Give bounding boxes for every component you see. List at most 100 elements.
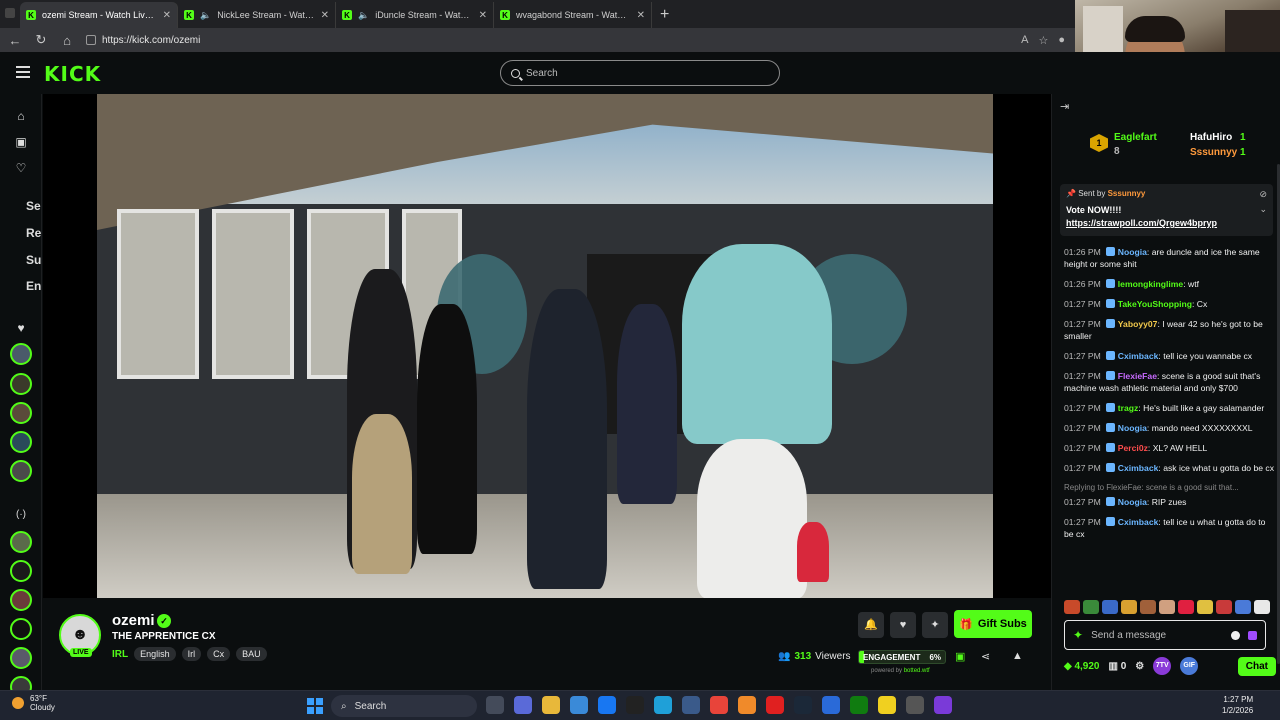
vlc-icon[interactable] bbox=[738, 696, 756, 714]
pinned-link[interactable]: https://strawpoll.com/Qrgew4bpryp bbox=[1066, 218, 1267, 228]
sidebar-label-2[interactable]: Re bbox=[26, 226, 41, 240]
sidebar-label-4[interactable]: En bbox=[26, 279, 41, 293]
read-aloud-icon[interactable]: A bbox=[1021, 34, 1028, 47]
chat-input-box[interactable]: ✦ bbox=[1064, 620, 1266, 650]
sidebar-label-1[interactable]: Se bbox=[26, 199, 41, 213]
recommended-channel-avatar[interactable] bbox=[10, 647, 32, 669]
message-username[interactable]: Perci0z bbox=[1118, 443, 1148, 453]
follow-heart-button[interactable]: ♥ bbox=[890, 612, 916, 638]
video-player[interactable] bbox=[43, 94, 1051, 598]
chrome-icon[interactable] bbox=[710, 696, 728, 714]
close-tab-icon[interactable]: ✕ bbox=[163, 10, 171, 21]
system-clock[interactable]: 1:27 PM 1/2/2026 bbox=[1222, 694, 1253, 716]
app-icon[interactable] bbox=[822, 696, 840, 714]
search-input[interactable] bbox=[526, 67, 756, 79]
search-bar[interactable] bbox=[500, 60, 780, 86]
kick-logo[interactable]: KICK bbox=[44, 62, 101, 86]
followed-channel-avatar[interactable] bbox=[10, 431, 32, 453]
home-icon[interactable]: ⌂ bbox=[60, 33, 74, 48]
gif-button[interactable]: GIF bbox=[1180, 657, 1199, 675]
tab-nicklee[interactable]: K 🔈 NickLee Stream - Watch Live on Kick … bbox=[178, 2, 336, 28]
report-icon[interactable]: ▲ bbox=[1012, 650, 1023, 662]
obs-icon[interactable] bbox=[906, 696, 924, 714]
expand-chevron-icon[interactable]: ⌄ bbox=[1259, 204, 1267, 215]
copilot-icon[interactable] bbox=[514, 696, 532, 714]
streamer-name[interactable]: ozemi bbox=[112, 612, 155, 629]
task-view-icon[interactable] bbox=[486, 696, 504, 714]
seven-tv-button[interactable]: 7TV bbox=[1153, 657, 1172, 675]
gift-subs-button[interactable]: 🎁 Gift Subs bbox=[954, 610, 1032, 638]
edge-icon[interactable] bbox=[654, 696, 672, 714]
following-icon[interactable]: ♡ bbox=[13, 160, 29, 176]
sparkle-button[interactable]: ✦ bbox=[922, 612, 948, 638]
close-tab-icon[interactable]: ✕ bbox=[637, 10, 645, 21]
tab-ozemi[interactable]: K ozemi Stream - Watch Live on Kick ✕ bbox=[20, 2, 178, 28]
weather-widget[interactable]: 63°F Cloudy bbox=[12, 694, 55, 712]
emote-icon[interactable] bbox=[1178, 600, 1194, 614]
tab-actions-icon[interactable] bbox=[5, 8, 15, 18]
notification-bell-button[interactable]: 🔔 bbox=[858, 612, 884, 638]
close-tab-icon[interactable]: ✕ bbox=[479, 10, 487, 21]
tag-chip[interactable]: BAU bbox=[236, 647, 267, 661]
reload-icon[interactable]: ↻ bbox=[34, 32, 48, 48]
leader-name[interactable]: Sssunnyy bbox=[1190, 147, 1237, 158]
back-arrow-icon[interactable]: ← bbox=[8, 33, 22, 48]
site-info-icon[interactable] bbox=[86, 35, 96, 45]
emote-icon[interactable] bbox=[1216, 600, 1232, 614]
home-icon[interactable]: ⌂ bbox=[13, 108, 29, 124]
gift-counter[interactable]: ▥ 0 bbox=[1109, 661, 1127, 672]
emote-icon[interactable] bbox=[1197, 600, 1213, 614]
new-tab-button[interactable]: + bbox=[652, 6, 677, 28]
recommended-channel-avatar[interactable] bbox=[10, 560, 32, 582]
file-explorer-icon[interactable] bbox=[542, 696, 560, 714]
favorite-star-icon[interactable]: ☆ bbox=[1038, 34, 1048, 47]
message-username[interactable]: lemongkinglime bbox=[1118, 279, 1183, 289]
leader-name[interactable]: HafuHiro bbox=[1190, 132, 1232, 143]
gift-icon[interactable] bbox=[1247, 630, 1257, 640]
message-username[interactable]: TakeYouShopping bbox=[1118, 299, 1192, 309]
xbox-icon[interactable] bbox=[850, 696, 868, 714]
store-icon[interactable] bbox=[570, 696, 588, 714]
amazon-icon[interactable] bbox=[626, 696, 644, 714]
collapse-chat-icon[interactable]: ⇥ bbox=[1060, 100, 1069, 113]
followed-channel-avatar[interactable] bbox=[10, 460, 32, 482]
recommended-channel-avatar[interactable] bbox=[10, 589, 32, 611]
settings-gear-icon[interactable]: ⚙ bbox=[1135, 661, 1144, 672]
video-frame[interactable] bbox=[97, 94, 993, 598]
emote-icon[interactable] bbox=[1254, 600, 1270, 614]
youtube-icon[interactable] bbox=[766, 696, 784, 714]
chat-message-input[interactable] bbox=[1091, 629, 1224, 641]
message-username[interactable]: Cximback bbox=[1118, 463, 1159, 473]
emote-icon[interactable] bbox=[1235, 600, 1251, 614]
emote-icon[interactable] bbox=[1121, 600, 1137, 614]
unpin-icon[interactable]: ⊘ bbox=[1259, 189, 1267, 200]
followed-channel-avatar[interactable] bbox=[10, 402, 32, 424]
message-username[interactable]: tragz bbox=[1118, 403, 1139, 413]
message-username[interactable]: Noogia bbox=[1118, 423, 1147, 433]
browse-icon[interactable]: ▣ bbox=[13, 134, 29, 150]
message-username[interactable]: Noogia bbox=[1118, 247, 1147, 257]
powered-by-brand[interactable]: botted.wtf bbox=[904, 668, 930, 674]
send-chat-button[interactable]: Chat bbox=[1237, 656, 1276, 676]
taskbar-search[interactable]: ⌕ Search bbox=[331, 695, 477, 717]
emote-icon[interactable] bbox=[1102, 600, 1118, 614]
message-username[interactable]: FlexieFae bbox=[1118, 371, 1157, 381]
tag-chip[interactable]: Irl bbox=[181, 647, 202, 661]
emote-icon[interactable] bbox=[1140, 600, 1156, 614]
followed-channel-avatar[interactable] bbox=[10, 373, 32, 395]
category-link[interactable]: IRL bbox=[112, 649, 128, 660]
app-icon[interactable] bbox=[934, 696, 952, 714]
pinned-sender-name[interactable]: Sssunnyy bbox=[1108, 189, 1146, 198]
tag-chip[interactable]: English bbox=[134, 647, 176, 661]
message-username[interactable]: Noogia bbox=[1118, 497, 1147, 507]
message-username[interactable]: Cximback bbox=[1118, 517, 1159, 527]
sparkle-icon[interactable]: ✦ bbox=[1073, 628, 1083, 642]
url-field[interactable]: https://kick.com/ozemi bbox=[86, 31, 1001, 49]
calculator-icon[interactable] bbox=[682, 696, 700, 714]
facebook-icon[interactable] bbox=[598, 696, 616, 714]
recommended-channel-avatar[interactable] bbox=[10, 618, 32, 640]
sidebar-label-3[interactable]: Su bbox=[26, 253, 41, 267]
channel-points[interactable]: ◆ 4,920 bbox=[1064, 661, 1100, 672]
menu-icon[interactable] bbox=[16, 66, 30, 78]
emote-icon[interactable] bbox=[1159, 600, 1175, 614]
